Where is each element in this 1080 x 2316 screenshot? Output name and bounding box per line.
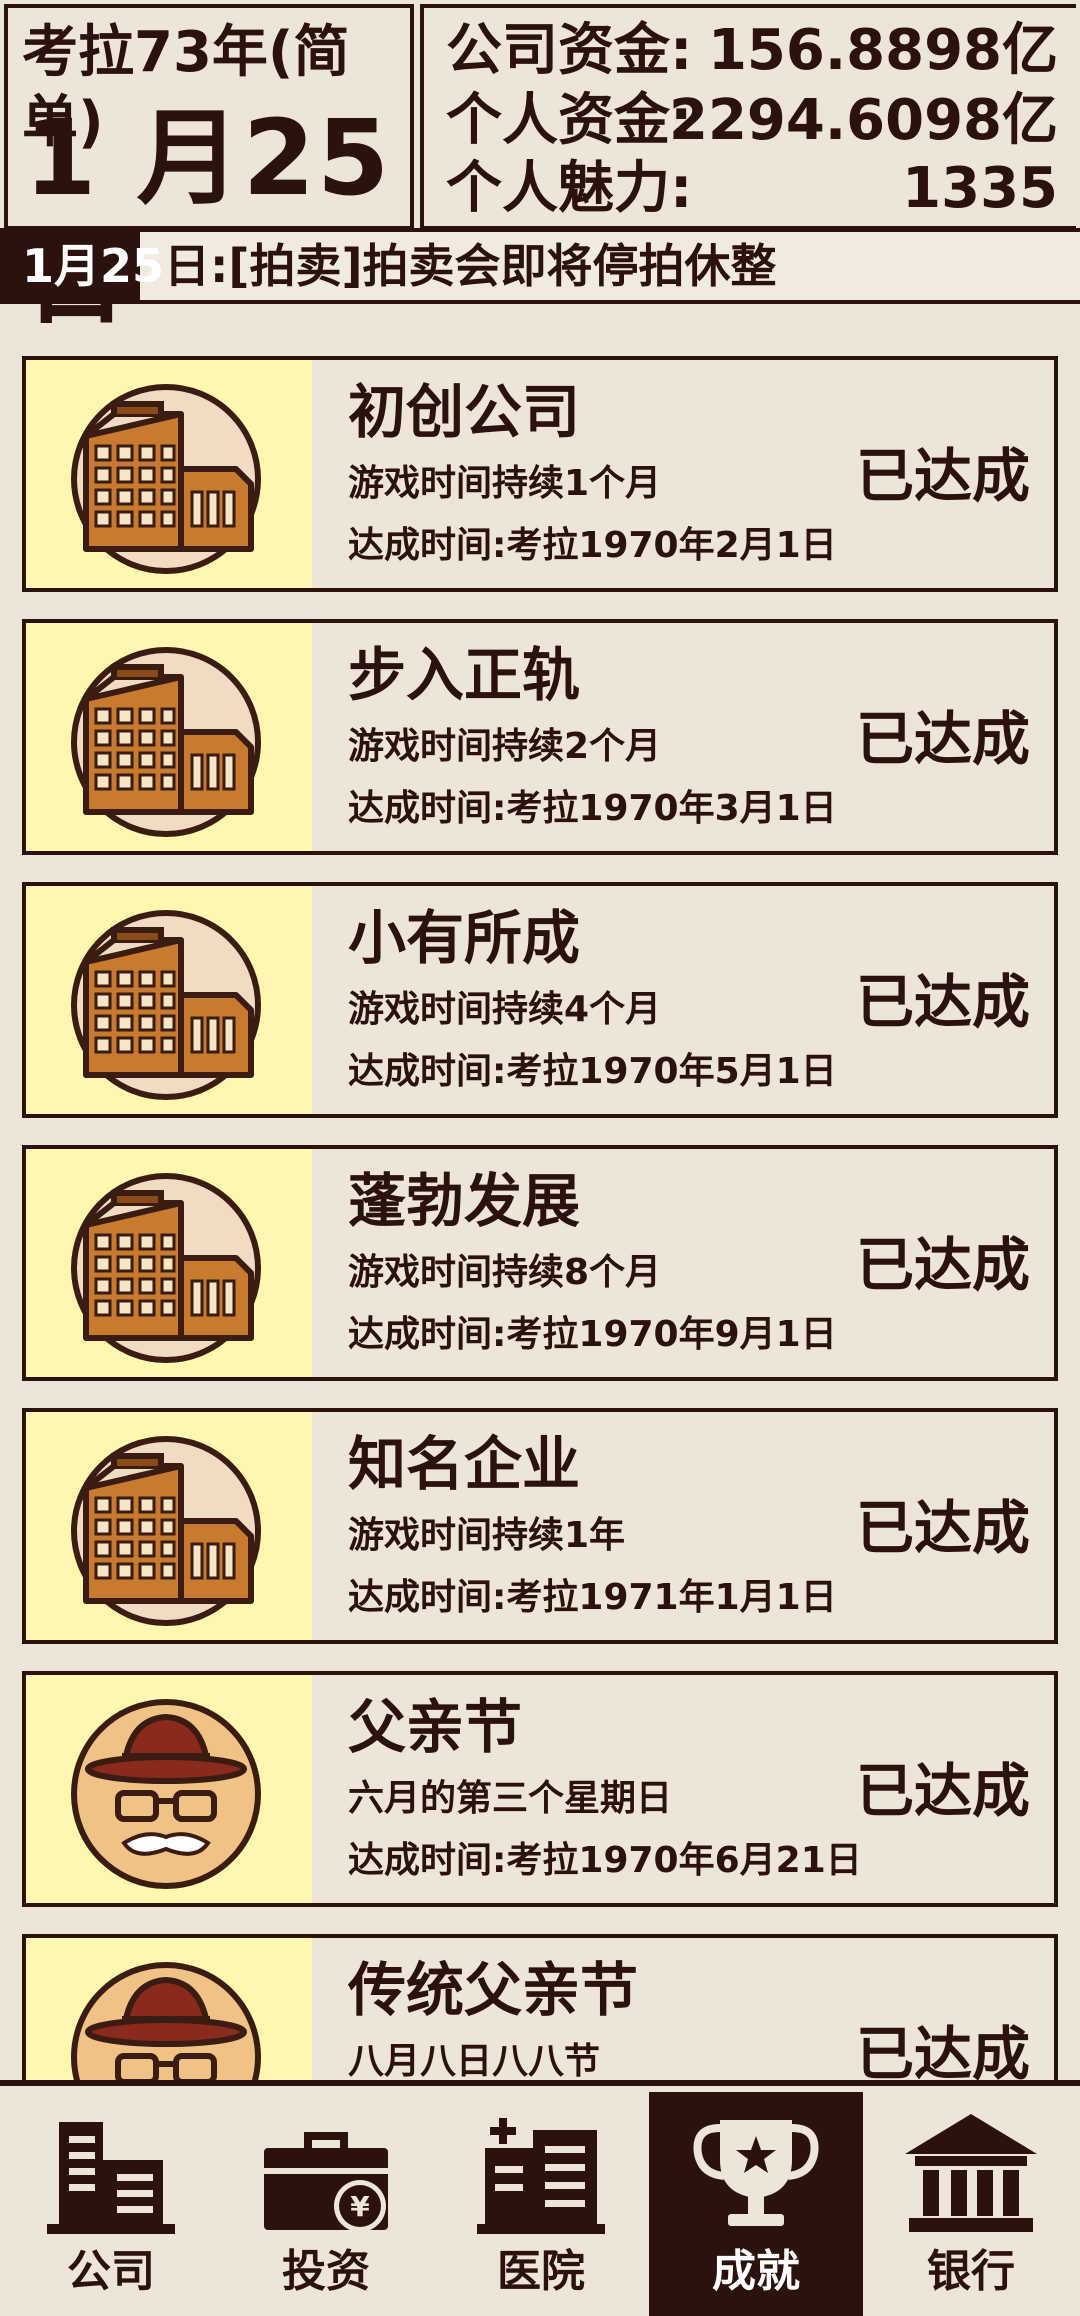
ticker-rest: 日:[拍卖]拍卖会即将停拍休整	[164, 239, 777, 293]
father-face-icon	[66, 1952, 266, 2080]
charm-row: 个人魅力: 1335	[446, 154, 1058, 224]
building-icon	[66, 637, 266, 837]
nav-label: 公司	[67, 2246, 155, 2297]
achievement-card[interactable]: 步入正轨 游戏时间持续2个月 达成时间:考拉1970年3月1日 已达成	[22, 619, 1058, 855]
achievement-card[interactable]: 传统父亲节 八月八日八八节 已达成	[22, 1934, 1058, 2080]
achievement-status: 已达成	[855, 2020, 1030, 2080]
achievement-title: 传统父亲节	[348, 1956, 639, 2024]
achievement-card[interactable]: 父亲节 六月的第三个星期日 达成时间:考拉1970年6月21日 已达成	[22, 1671, 1058, 1907]
building-icon	[66, 1426, 266, 1626]
achievement-status: 已达成	[855, 442, 1030, 510]
nav-company[interactable]: 公司	[4, 2092, 218, 2316]
achievement-title: 蓬勃发展	[348, 1167, 581, 1235]
personal-funds-label: 个人资金:	[446, 88, 693, 153]
nav-label: 银行	[927, 2246, 1015, 2297]
nav-hospital[interactable]: 医院	[434, 2092, 648, 2316]
achievement-time: 达成时间:考拉1970年3月1日	[348, 788, 837, 829]
achievement-thumb	[26, 1149, 312, 1377]
achievement-desc: 游戏时间持续8个月	[348, 1252, 662, 1293]
achievement-list[interactable]: 初创公司 游戏时间持续1个月 达成时间:考拉1970年2月1日 已达成 步入正轨…	[0, 304, 1080, 2080]
achievement-desc: 六月的第三个星期日	[348, 1778, 673, 1819]
nav-label: 成就	[712, 2246, 800, 2297]
ticker-text: 1月25日:[拍卖]拍卖会即将停拍休整	[22, 232, 776, 300]
achievement-card[interactable]: 蓬勃发展 游戏时间持续8个月 达成时间:考拉1970年9月1日 已达成	[22, 1145, 1058, 1381]
building-icon	[66, 1163, 266, 1363]
trophy-icon	[693, 2120, 819, 2226]
achievement-desc: 游戏时间持续2个月	[348, 726, 662, 767]
company-funds-label: 公司资金:	[446, 18, 693, 83]
achievement-status: 已达成	[855, 1757, 1030, 1825]
achievement-thumb	[26, 1412, 312, 1640]
status-header: 考拉73年(简单) 1 月25 日 公司资金: 156.8898亿 个人资金: …	[0, 0, 1080, 338]
achievement-status: 已达成	[855, 1494, 1030, 1562]
achievement-status: 已达成	[855, 705, 1030, 773]
achievement-thumb	[26, 1675, 312, 1903]
personal-funds-row: 个人资金: 2294.6098亿	[446, 86, 1058, 156]
bank-icon	[905, 2114, 1037, 2232]
news-ticker[interactable]: 1月25日:[拍卖]拍卖会即将停拍休整	[0, 232, 1080, 304]
svg-text:¥: ¥	[350, 2190, 370, 2223]
achievement-status: 已达成	[855, 1231, 1030, 1299]
achievement-desc: 游戏时间持续1个月	[348, 463, 662, 504]
building-icon	[66, 374, 266, 574]
charm-label: 个人魅力:	[446, 156, 693, 221]
achievement-title: 小有所成	[348, 904, 581, 972]
nav-bank[interactable]: 银行	[864, 2092, 1078, 2316]
achievement-title: 初创公司	[348, 378, 581, 446]
nav-label: 医院	[497, 2246, 585, 2297]
achievement-card[interactable]: 小有所成 游戏时间持续4个月 达成时间:考拉1970年5月1日 已达成	[22, 882, 1058, 1118]
achievement-time: 达成时间:考拉1971年1月1日	[348, 1577, 837, 1618]
nav-label: 投资	[282, 2246, 370, 2297]
achievement-desc: 游戏时间持续1年	[348, 1515, 626, 1556]
achievement-card[interactable]: 初创公司 游戏时间持续1个月 达成时间:考拉1970年2月1日 已达成	[22, 356, 1058, 592]
achievement-thumb	[26, 886, 312, 1114]
nav-invest[interactable]: ¥ 投资	[219, 2092, 433, 2316]
achievement-card[interactable]: 知名企业 游戏时间持续1年 达成时间:考拉1971年1月1日 已达成	[22, 1408, 1058, 1644]
achievement-time: 达成时间:考拉1970年2月1日	[348, 525, 837, 566]
date-panel: 考拉73年(简单) 1 月25 日	[4, 4, 414, 338]
charm-value: 1335	[902, 156, 1058, 221]
father-face-icon	[66, 1689, 266, 1889]
achievement-title: 知名企业	[348, 1430, 581, 1498]
personal-funds-value: 2294.6098亿	[669, 88, 1058, 153]
bottom-nav: 公司 ¥ 投资 医院 成就 银行	[0, 2080, 1080, 2316]
achievement-title: 步入正轨	[348, 641, 581, 709]
nav-achievements[interactable]: 成就	[649, 2092, 863, 2316]
company-funds-value: 156.8898亿	[707, 18, 1058, 83]
achievement-thumb	[26, 623, 312, 851]
hospital-icon	[477, 2118, 605, 2234]
achievement-thumb	[26, 360, 312, 588]
achievement-status: 已达成	[855, 968, 1030, 1036]
invest-briefcase-icon: ¥	[264, 2132, 388, 2232]
funds-panel: 公司资金: 156.8898亿 个人资金: 2294.6098亿 个人魅力: 1…	[420, 4, 1076, 230]
achievement-time: 达成时间:考拉1970年9月1日	[348, 1314, 837, 1355]
company-funds-row: 公司资金: 156.8898亿	[446, 16, 1058, 86]
company-icon	[47, 2122, 175, 2234]
achievement-thumb	[26, 1938, 312, 2080]
achievement-time: 达成时间:考拉1970年6月21日	[348, 1840, 862, 1881]
ticker-head: 1月25	[22, 239, 165, 293]
achievement-title: 父亲节	[348, 1693, 523, 1761]
achievement-time: 达成时间:考拉1970年5月1日	[348, 1051, 837, 1092]
building-icon	[66, 900, 266, 1100]
achievement-desc: 游戏时间持续4个月	[348, 989, 662, 1030]
achievement-desc: 八月八日八八节	[348, 2041, 601, 2080]
